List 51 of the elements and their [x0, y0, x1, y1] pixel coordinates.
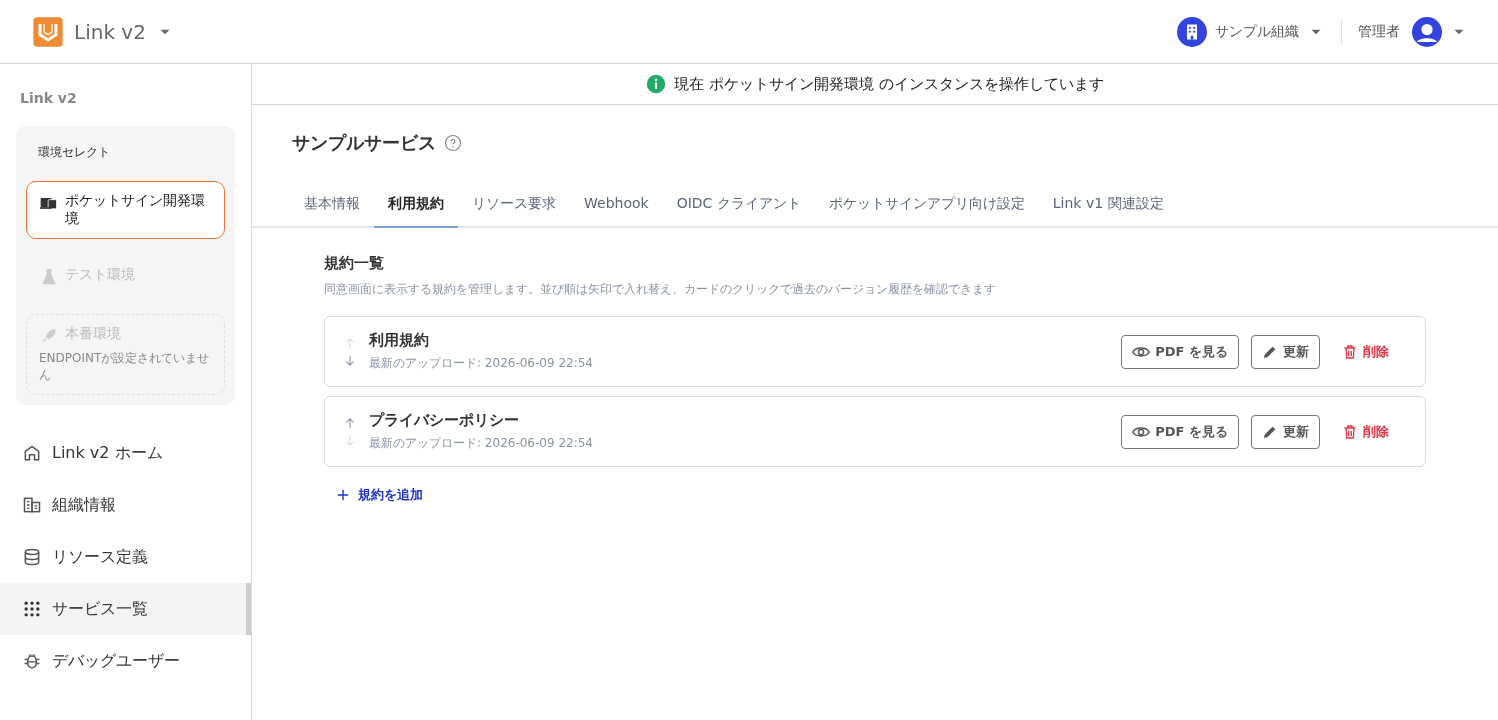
tab[interactable]: ポケットサインアプリ向け設定	[814, 185, 1039, 228]
nav-item[interactable]: サービス一覧	[0, 583, 251, 635]
page-title: サンプルサービス	[292, 131, 436, 155]
bug-icon	[22, 651, 42, 671]
home-icon	[22, 443, 42, 463]
view-pdf-button[interactable]: PDF を見る	[1121, 414, 1239, 449]
tab[interactable]: Link v1 関連設定	[1038, 185, 1178, 228]
delete-button[interactable]: 削除	[1332, 334, 1399, 369]
user-role: 管理者	[1358, 22, 1400, 41]
sidebar-title: Link v2	[19, 89, 78, 108]
environment-option[interactable]: ポケットサイン開発環境	[26, 181, 225, 239]
help-icon[interactable]	[444, 134, 462, 152]
database-icon	[22, 547, 42, 567]
nav-item[interactable]: 組織情報	[0, 479, 251, 531]
trash-icon	[1342, 343, 1358, 360]
panel-title: 環境セレクト	[37, 144, 111, 161]
upload-date: 最新のアップロード: 2026-06-09 22:54	[369, 355, 594, 372]
term-card[interactable]: 利用規約 最新のアップロード: 2026-06-09 22:54 PDF を見る 更新 削除	[324, 316, 1426, 387]
term-card[interactable]: プライバシーポリシー 最新のアップロード: 2026-06-09 22:54 PDF を見る 更新 削除	[324, 396, 1426, 467]
environment-label: 本番環境	[65, 325, 121, 343]
term-name: 利用規約	[369, 331, 430, 350]
tab[interactable]: 利用規約	[374, 185, 458, 228]
update-button[interactable]: 更新	[1251, 334, 1320, 369]
logo-icon	[32, 15, 64, 48]
rocket-icon	[39, 326, 59, 346]
delete-button[interactable]: 削除	[1332, 414, 1399, 449]
trash-icon	[1342, 423, 1358, 440]
section-title: 規約一覧	[324, 254, 385, 273]
tab[interactable]: OIDC クライアント	[662, 185, 815, 228]
banner-text: 現在 ポケットサイン開発環境 のインスタンスを操作しています	[674, 74, 1104, 94]
nav-item[interactable]: リソース定義	[0, 531, 251, 583]
view-pdf-button[interactable]: PDF を見る	[1121, 334, 1239, 369]
tab[interactable]: リソース要求	[458, 185, 570, 228]
app-name[interactable]: Link v2	[74, 19, 146, 44]
grid-icon	[22, 599, 42, 619]
environment-note: ENDPOINTが設定されていません	[39, 350, 211, 384]
term-name: プライバシーポリシー	[369, 411, 520, 430]
upload-date: 最新のアップロード: 2026-06-09 22:54	[369, 435, 594, 452]
nav-item[interactable]: デバッグユーザー	[0, 635, 251, 687]
avatar-icon[interactable]	[1412, 16, 1442, 47]
tab[interactable]: Webhook	[570, 185, 663, 228]
organization-name[interactable]: サンプル組織	[1215, 22, 1299, 41]
plus-icon	[336, 488, 350, 502]
info-icon	[646, 74, 667, 94]
building-icon	[1177, 16, 1207, 47]
add-term-button[interactable]: 規約を追加	[324, 476, 435, 514]
tab[interactable]: 基本情報	[290, 185, 374, 228]
update-button[interactable]: 更新	[1251, 414, 1320, 449]
nav-item[interactable]: Link v2 ホーム	[0, 427, 251, 479]
building-icon	[22, 495, 42, 515]
section-description: 同意画面に表示する規約を管理します。並び順は矢印で入れ替え、カードのクリックで過去のバージョン履歴を確認できます	[324, 281, 997, 298]
